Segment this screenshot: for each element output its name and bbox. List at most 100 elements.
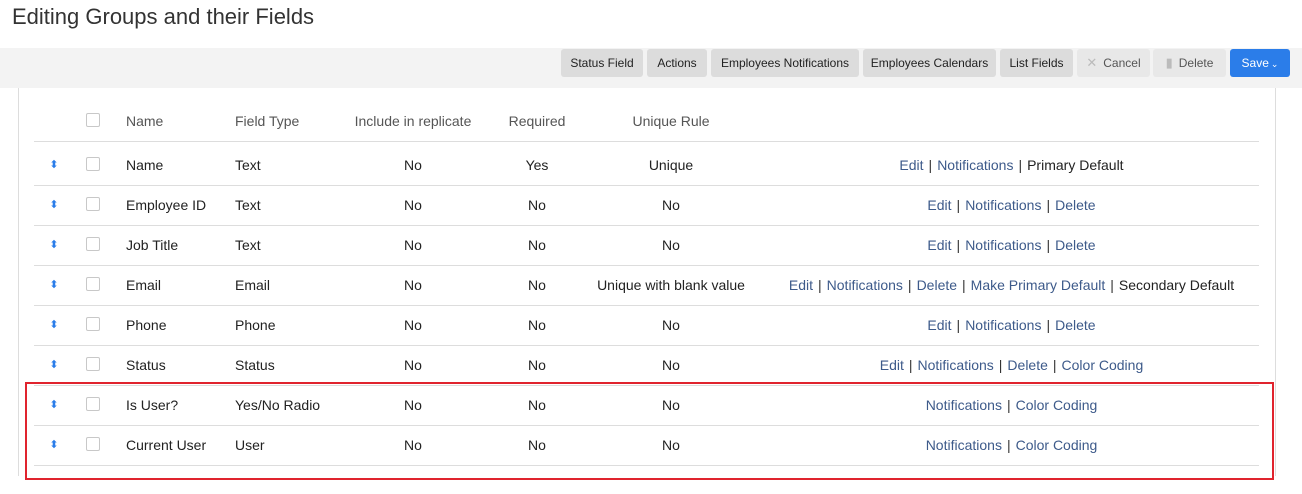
required-value: No xyxy=(528,237,546,253)
table-row: ⬍ Job Title Text No No No Edit | Notifications | D… xyxy=(34,225,1259,266)
action-separator: | xyxy=(1046,237,1051,253)
header-include-in-replicate: Include in replicate xyxy=(354,113,472,129)
table-row: ⬍ Name Text No Yes Unique Edit | Notifications | P… xyxy=(34,145,1259,186)
unique-rule-value: No xyxy=(662,237,680,253)
notifications-link[interactable]: Notifications xyxy=(965,317,1041,333)
cancel-label: Cancel xyxy=(1103,56,1141,70)
table-header: Name Field Type Include in replicate Req… xyxy=(34,101,1259,142)
drag-handle-icon[interactable]: ⬍ xyxy=(48,345,60,385)
employees-calendars-button[interactable]: Employees Calendars xyxy=(863,49,996,77)
status-field-button[interactable]: Status Field xyxy=(561,49,643,77)
field-type: Text xyxy=(235,237,261,253)
color-coding-link[interactable]: Color Coding xyxy=(1062,357,1144,373)
delete-link[interactable]: Delete xyxy=(917,277,957,293)
save-label: Save xyxy=(1241,56,1269,70)
edit-link[interactable]: Edit xyxy=(899,157,923,173)
table-row: ⬍ Email Email No No Unique with blank value Ed… xyxy=(34,265,1259,306)
required-value: No xyxy=(528,197,546,213)
notifications-link[interactable]: Notifications xyxy=(827,277,903,293)
color-coding-link[interactable]: Color Coding xyxy=(1016,397,1098,413)
delete-link[interactable]: Delete xyxy=(1055,237,1095,253)
primary-default-label: Primary Default xyxy=(1027,157,1124,173)
notifications-link[interactable]: Notifications xyxy=(965,237,1041,253)
row-checkbox[interactable] xyxy=(86,357,100,371)
action-separator: | xyxy=(1006,397,1011,413)
row-actions: Edit | Notifications | Delete | Color Coding xyxy=(764,345,1259,385)
table-row: ⬍ Is User? Yes/No Radio No No No Notifications… xyxy=(34,385,1259,426)
row-actions: Notifications | Color Coding xyxy=(764,385,1259,425)
notifications-link[interactable]: Notifications xyxy=(926,397,1002,413)
include-in-replicate-value: No xyxy=(404,317,422,333)
edit-link[interactable]: Edit xyxy=(880,357,904,373)
header-unique-rule: Unique Rule xyxy=(632,113,710,129)
field-type: Text xyxy=(235,197,261,213)
drag-handle-icon[interactable]: ⬍ xyxy=(48,265,60,305)
delete-link[interactable]: Delete xyxy=(1007,357,1047,373)
row-actions: Edit | Notifications | Delete xyxy=(764,225,1259,265)
select-all-checkbox[interactable] xyxy=(86,113,100,127)
field-name: Current User xyxy=(126,437,207,453)
action-separator: | xyxy=(1110,277,1114,293)
row-actions: Edit | Notifications | Delete xyxy=(764,185,1259,225)
trash-icon: ▮ xyxy=(1165,55,1173,70)
row-checkbox[interactable] xyxy=(86,197,100,211)
row-checkbox[interactable] xyxy=(86,157,100,171)
notifications-link[interactable]: Notifications xyxy=(918,357,994,373)
row-checkbox[interactable] xyxy=(86,317,100,331)
notifications-link[interactable]: Notifications xyxy=(965,197,1041,213)
action-separator: | xyxy=(1018,157,1023,173)
make-primary-default-link[interactable]: Make Primary Default xyxy=(971,277,1106,293)
table-row: ⬍ Status Status No No No Edit | Notifications | De… xyxy=(34,345,1259,386)
delete-link[interactable]: Delete xyxy=(1055,317,1095,333)
notifications-link[interactable]: Notifications xyxy=(937,157,1013,173)
row-actions: Edit | Notifications | Delete xyxy=(764,305,1259,345)
unique-rule-value: No xyxy=(662,437,680,453)
notifications-link[interactable]: Notifications xyxy=(926,437,1002,453)
row-checkbox[interactable] xyxy=(86,237,100,251)
delete-link[interactable]: Delete xyxy=(1055,197,1095,213)
required-value: No xyxy=(528,277,546,293)
delete-button[interactable]: ▮ Delete xyxy=(1153,49,1226,77)
cancel-button[interactable]: ✕ Cancel xyxy=(1077,49,1150,77)
close-icon: ✕ xyxy=(1086,55,1098,70)
table-row: ⬍ Phone Phone No No No Edit | Notifications | Dele… xyxy=(34,305,1259,346)
field-type: Yes/No Radio xyxy=(235,397,321,413)
secondary-default-label: Secondary Default xyxy=(1118,277,1235,293)
action-separator: | xyxy=(928,157,933,173)
field-name: Email xyxy=(126,277,162,293)
drag-handle-icon[interactable]: ⬍ xyxy=(48,145,60,185)
color-coding-link[interactable]: Color Coding xyxy=(1016,437,1098,453)
header-required: Required xyxy=(508,113,566,129)
drag-handle-icon[interactable]: ⬍ xyxy=(48,225,60,265)
edit-link[interactable]: Edit xyxy=(927,237,951,253)
drag-handle-icon[interactable]: ⬍ xyxy=(48,185,60,225)
drag-handle-icon[interactable]: ⬍ xyxy=(48,425,60,465)
drag-handle-icon[interactable]: ⬍ xyxy=(48,385,60,425)
edit-link[interactable]: Edit xyxy=(789,277,813,293)
required-value: Yes xyxy=(525,157,549,173)
action-separator: | xyxy=(962,277,966,293)
required-value: No xyxy=(528,397,546,413)
table-row: ⬍ Employee ID Text No No No Edit | Notifications… xyxy=(34,185,1259,226)
action-separator: | xyxy=(1006,437,1011,453)
drag-handle-icon[interactable]: ⬍ xyxy=(48,305,60,345)
field-name: Employee ID xyxy=(126,197,207,213)
save-button[interactable]: Save ⌄ xyxy=(1230,49,1290,77)
delete-label: Delete xyxy=(1178,56,1214,70)
action-separator: | xyxy=(1046,197,1051,213)
field-name: Name xyxy=(126,157,164,173)
action-separator: | xyxy=(956,317,961,333)
employees-notifications-button[interactable]: Employees Notifications xyxy=(711,49,859,77)
list-fields-button[interactable]: List Fields xyxy=(1000,49,1073,77)
row-checkbox[interactable] xyxy=(86,277,100,291)
edit-link[interactable]: Edit xyxy=(927,317,951,333)
actions-button[interactable]: Actions xyxy=(647,49,707,77)
row-checkbox[interactable] xyxy=(86,437,100,451)
edit-link[interactable]: Edit xyxy=(927,197,951,213)
header-field-type: Field Type xyxy=(235,113,300,129)
row-actions: Notifications | Color Coding xyxy=(764,425,1259,465)
row-checkbox[interactable] xyxy=(86,397,100,411)
action-separator: | xyxy=(908,357,913,373)
field-type: Phone xyxy=(235,317,276,333)
required-value: No xyxy=(528,357,546,373)
